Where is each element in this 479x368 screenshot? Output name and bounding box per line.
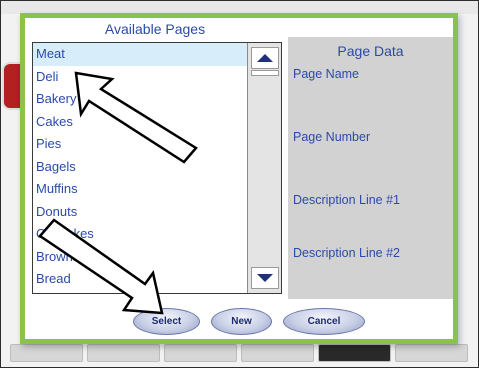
screenshot-frame [0,0,479,368]
